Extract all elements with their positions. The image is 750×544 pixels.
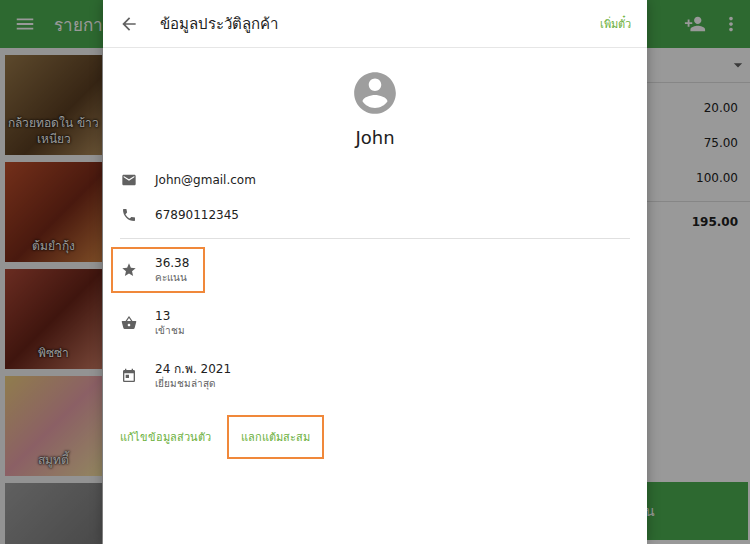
stat-row: 24 ก.พ. 2021เยี่ยมชมล่าสุด: [111, 353, 247, 399]
stat-list: 36.38คะแนน 13เข้าชม 24 ก.พ. 2021เยี่ยมชมล่…: [103, 247, 647, 399]
add-ticket-button[interactable]: เพิ่มตั๋ว: [600, 15, 631, 33]
dialog-title: ข้อมูลประวัติลูกค้า: [160, 12, 278, 36]
phone-icon: [121, 207, 137, 223]
stat-value: 24 ก.พ. 2021: [155, 361, 231, 377]
stat-label: คะแนน: [155, 271, 189, 285]
stat-value: 13: [155, 308, 185, 324]
stat-text: 24 ก.พ. 2021เยี่ยมชมล่าสุด: [155, 361, 231, 391]
email-text: John@gmail.com: [155, 173, 256, 187]
dialog-button[interactable]: แลกแต้มสะสม: [227, 415, 324, 459]
contact-list: John@gmail.com 67890112345: [103, 162, 647, 232]
calendar-icon: [121, 368, 137, 384]
phone-row: 67890112345: [103, 197, 647, 232]
stat-value: 36.38: [155, 255, 189, 271]
phone-text: 67890112345: [155, 208, 239, 222]
stat-text: 36.38คะแนน: [155, 255, 189, 285]
back-arrow-icon[interactable]: [119, 14, 139, 34]
avatar-icon: [350, 68, 400, 118]
screen: รายการกล้วยทอดใน ข้าวเหนียวต้มยำกุ้งพิซซ…: [0, 0, 750, 544]
dialog-buttons: แก้ไขข้อมูลส่วนตัวแลกแต้มสะสม: [106, 415, 647, 459]
email-icon: [121, 172, 137, 188]
stat-text: 13เข้าชม: [155, 308, 185, 338]
email-row: John@gmail.com: [103, 162, 647, 197]
dialog-button[interactable]: แก้ไขข้อมูลส่วนตัว: [106, 415, 225, 459]
basket-icon: [121, 315, 137, 331]
star-icon: [121, 262, 137, 278]
customer-name: John: [355, 126, 394, 150]
stat-row: 13เข้าชม: [111, 300, 201, 346]
dialog-header: ข้อมูลประวัติลูกค้า เพิ่มตั๋ว: [103, 0, 647, 48]
customer-dialog: ข้อมูลประวัติลูกค้า เพิ่มตั๋ว John John@gma…: [103, 0, 647, 544]
divider: [120, 238, 630, 239]
stat-label: เข้าชม: [155, 324, 185, 338]
stat-row: 36.38คะแนน: [111, 247, 205, 293]
stat-label: เยี่ยมชมล่าสุด: [155, 377, 231, 391]
